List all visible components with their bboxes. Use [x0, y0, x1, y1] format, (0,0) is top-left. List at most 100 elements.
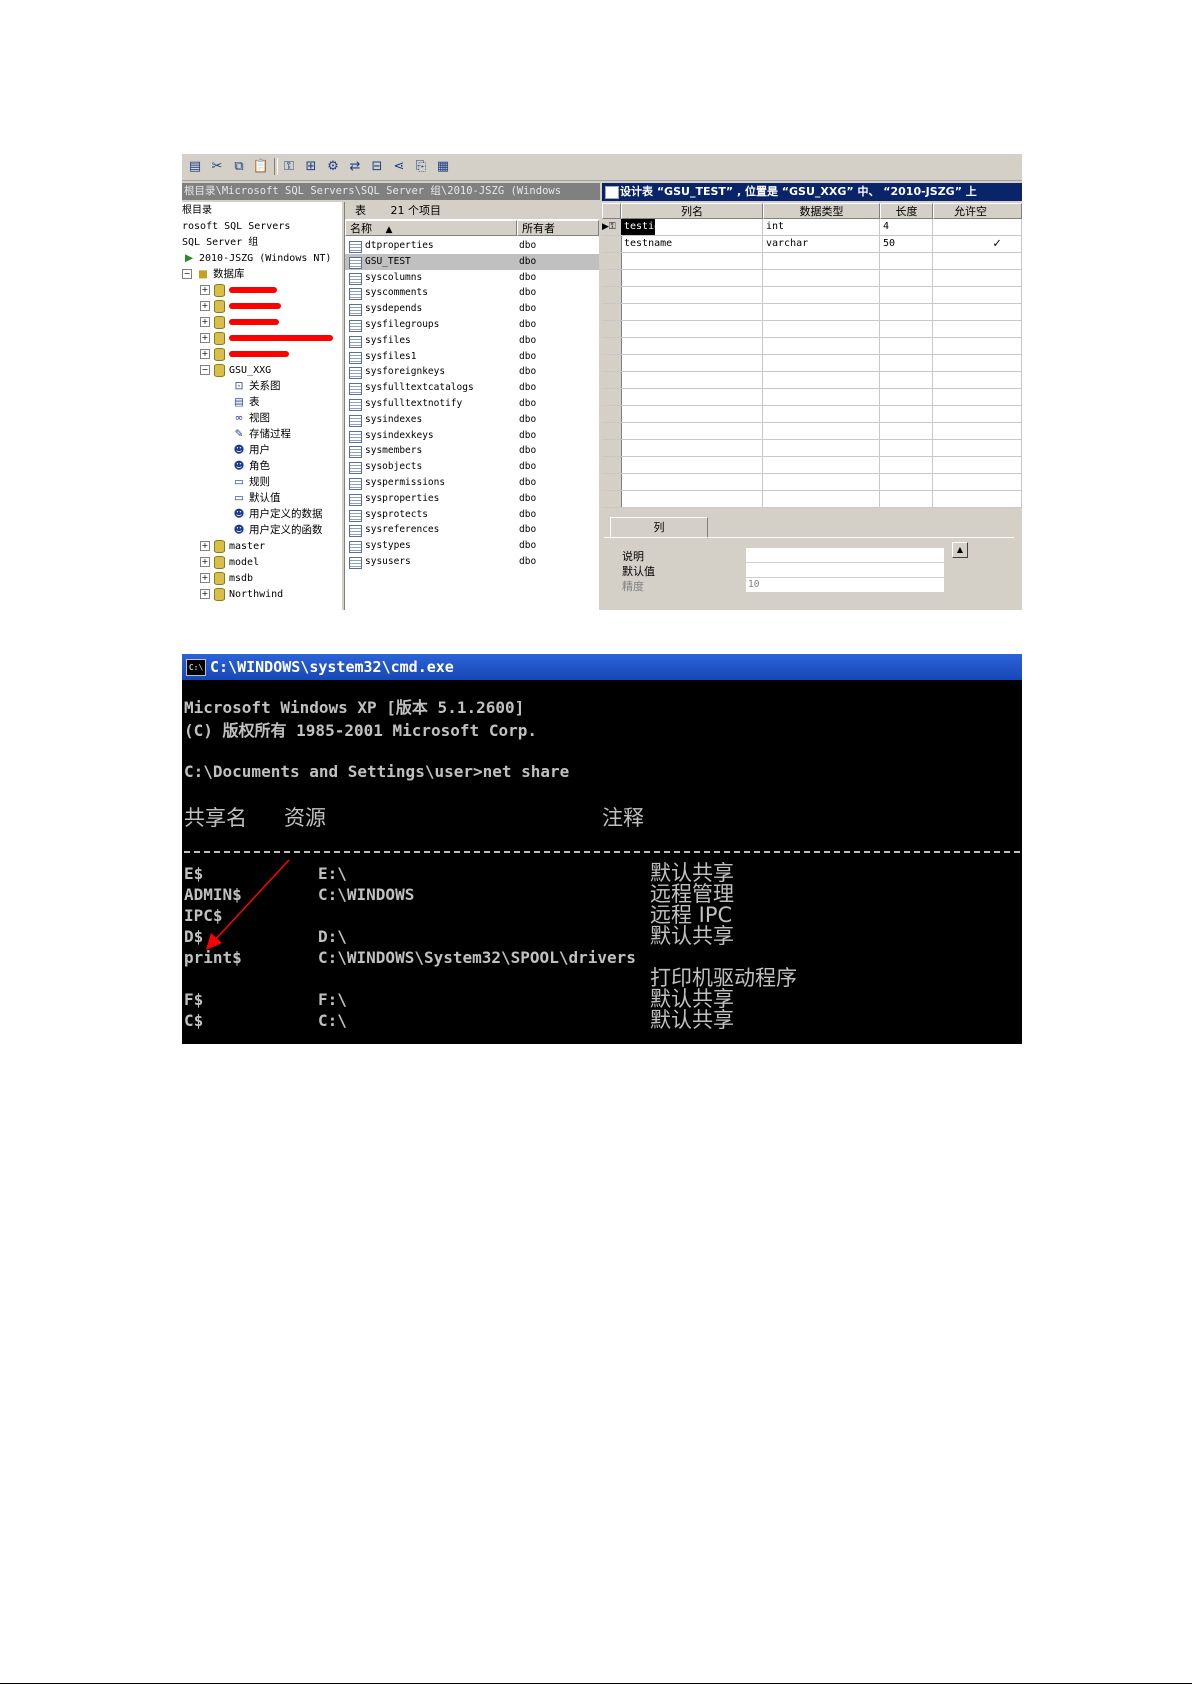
table-row[interactable]: GSU_TEST dbo [345, 253, 599, 270]
grid-row[interactable] [602, 440, 1022, 457]
row-selector[interactable] [602, 423, 622, 439]
table-row[interactable]: dtproperties dbo [345, 238, 599, 254]
grid-cell-type[interactable] [763, 338, 880, 354]
expand-icon[interactable]: + [200, 541, 210, 551]
tree-item-user-datatypes[interactable]: ☻ 用户定义的数据 [232, 506, 323, 522]
primary-key-row-selector-icon[interactable]: ▶⚿ [602, 219, 622, 235]
grid-cell-length[interactable] [880, 491, 933, 507]
grid-cell-type[interactable] [763, 304, 880, 320]
grid-cell-type[interactable] [763, 440, 880, 456]
grid-header-length[interactable]: 长度 [880, 203, 933, 219]
grid-cell-nullable[interactable] [933, 219, 1022, 235]
tree-item-roles[interactable]: ☻ 角色 [232, 458, 270, 474]
grid-cell-nullable[interactable] [933, 491, 1022, 507]
row-selector[interactable] [602, 287, 622, 303]
expand-icon[interactable]: + [200, 589, 210, 599]
grid-cell-name[interactable] [621, 338, 763, 354]
grid-cell-type[interactable] [763, 474, 880, 490]
grid-cell-name[interactable]: testname [621, 236, 763, 252]
insert-column-icon[interactable]: ⇄ [346, 158, 364, 175]
grid-cell-type[interactable] [763, 372, 880, 388]
grid-cell-length[interactable]: 50 [880, 236, 933, 252]
grid-header-allow-nulls[interactable]: 允许空 [933, 203, 1022, 219]
grid-cell-type[interactable] [763, 389, 880, 405]
tree-item-rules[interactable]: ▭ 规则 [232, 474, 270, 490]
tree-item-redacted-db[interactable]: + [200, 298, 281, 314]
default-value-field[interactable] [746, 563, 944, 578]
tree-item-server-group[interactable]: SQL Server 组 [182, 234, 258, 250]
description-field[interactable] [746, 548, 944, 563]
grid-row[interactable] [602, 270, 1022, 287]
table-row[interactable]: sysprotects dbo [345, 507, 599, 523]
grid-row[interactable] [602, 338, 1022, 355]
tree-item-tables[interactable]: ▤ 表 [232, 394, 259, 410]
grid-cell-length[interactable] [880, 321, 933, 337]
grid-row[interactable] [602, 287, 1022, 304]
row-selector[interactable] [602, 338, 622, 354]
generate-script-icon[interactable]: ⎘ [412, 158, 430, 175]
grid-cell-name[interactable] [621, 304, 763, 320]
grid-cell-length[interactable] [880, 338, 933, 354]
grid-header-data-type[interactable]: 数据类型 [763, 203, 880, 219]
primary-key-icon[interactable]: ⚿ [280, 158, 298, 175]
grid-cell-type[interactable] [763, 406, 880, 422]
tree-item-redacted-db[interactable]: + [200, 314, 279, 330]
grid-cell-nullable[interactable] [933, 253, 1022, 269]
table-row[interactable]: sysfulltextcatalogs dbo [345, 380, 599, 396]
table-row[interactable]: sysreferences dbo [345, 522, 599, 538]
properties-icon[interactable]: ▤ [186, 158, 204, 175]
tree-item-master[interactable]: + master [200, 538, 265, 554]
row-selector[interactable] [602, 253, 622, 269]
manage-indexes-icon[interactable]: ⚙ [324, 158, 342, 175]
grid-row[interactable] [602, 491, 1022, 508]
cut-icon[interactable]: ✂ [208, 158, 226, 175]
expand-icon[interactable]: + [200, 317, 210, 327]
table-row[interactable]: sysfiles dbo [345, 333, 599, 349]
grid-row[interactable] [602, 423, 1022, 440]
grid-row[interactable] [602, 321, 1022, 338]
table-row[interactable]: sysindexkeys dbo [345, 428, 599, 444]
tree-item-redacted-db[interactable]: + [200, 330, 333, 346]
row-selector[interactable] [602, 372, 622, 388]
grid-cell-nullable[interactable] [933, 457, 1022, 473]
grid-cell-name[interactable] [621, 389, 763, 405]
row-selector[interactable] [602, 491, 622, 507]
grid-cell-name[interactable] [621, 355, 763, 371]
grid-cell-nullable[interactable] [933, 287, 1022, 303]
grid-cell-name[interactable] [621, 287, 763, 303]
grid-row[interactable] [602, 253, 1022, 270]
tree-item-msdb[interactable]: + msdb [200, 570, 253, 586]
grid-cell-nullable[interactable] [933, 423, 1022, 439]
row-selector[interactable] [602, 440, 622, 456]
table-row[interactable]: syscomments dbo [345, 285, 599, 301]
grid-row[interactable] [602, 304, 1022, 321]
grid-header-column-name[interactable]: 列名 [621, 203, 763, 219]
row-selector[interactable] [602, 457, 622, 473]
grid-row[interactable]: testname varchar 50 ✓ [602, 236, 1022, 253]
row-selector[interactable] [602, 355, 622, 371]
expand-icon[interactable]: + [200, 333, 210, 343]
row-selector[interactable] [602, 389, 622, 405]
grid-cell-length[interactable] [880, 372, 933, 388]
grid-cell-length[interactable] [880, 389, 933, 405]
table-row[interactable]: syscolumns dbo [345, 270, 599, 286]
grid-cell-nullable[interactable] [933, 406, 1022, 422]
grid-row[interactable] [602, 474, 1022, 491]
tree-item-redacted-db[interactable]: + [200, 346, 289, 362]
grid-cell-type[interactable] [763, 253, 880, 269]
grid-cell-nullable[interactable] [933, 321, 1022, 337]
row-selector[interactable] [602, 474, 622, 490]
delete-column-icon[interactable]: ⊟ [368, 158, 386, 175]
grid-cell-nullable[interactable] [933, 389, 1022, 405]
grid-cell-nullable[interactable] [933, 372, 1022, 388]
grid-cell-name[interactable] [621, 253, 763, 269]
copy-icon[interactable]: ⧉ [230, 158, 248, 175]
grid-cell-type[interactable] [763, 270, 880, 286]
designer-title-bar[interactable]: 设计表 “GSU_TEST” , 位置是 “GSU_XXG” 中、 “2010-… [602, 183, 1022, 201]
tree-item-defaults[interactable]: ▭ 默认值 [232, 490, 280, 506]
row-selector[interactable] [602, 270, 622, 286]
grid-row[interactable]: ▶⚿ testid int 4 [602, 219, 1022, 236]
table-row[interactable]: sysforeignkeys dbo [345, 364, 599, 380]
grid-cell-name[interactable] [621, 321, 763, 337]
grid-cell-length[interactable] [880, 270, 933, 286]
